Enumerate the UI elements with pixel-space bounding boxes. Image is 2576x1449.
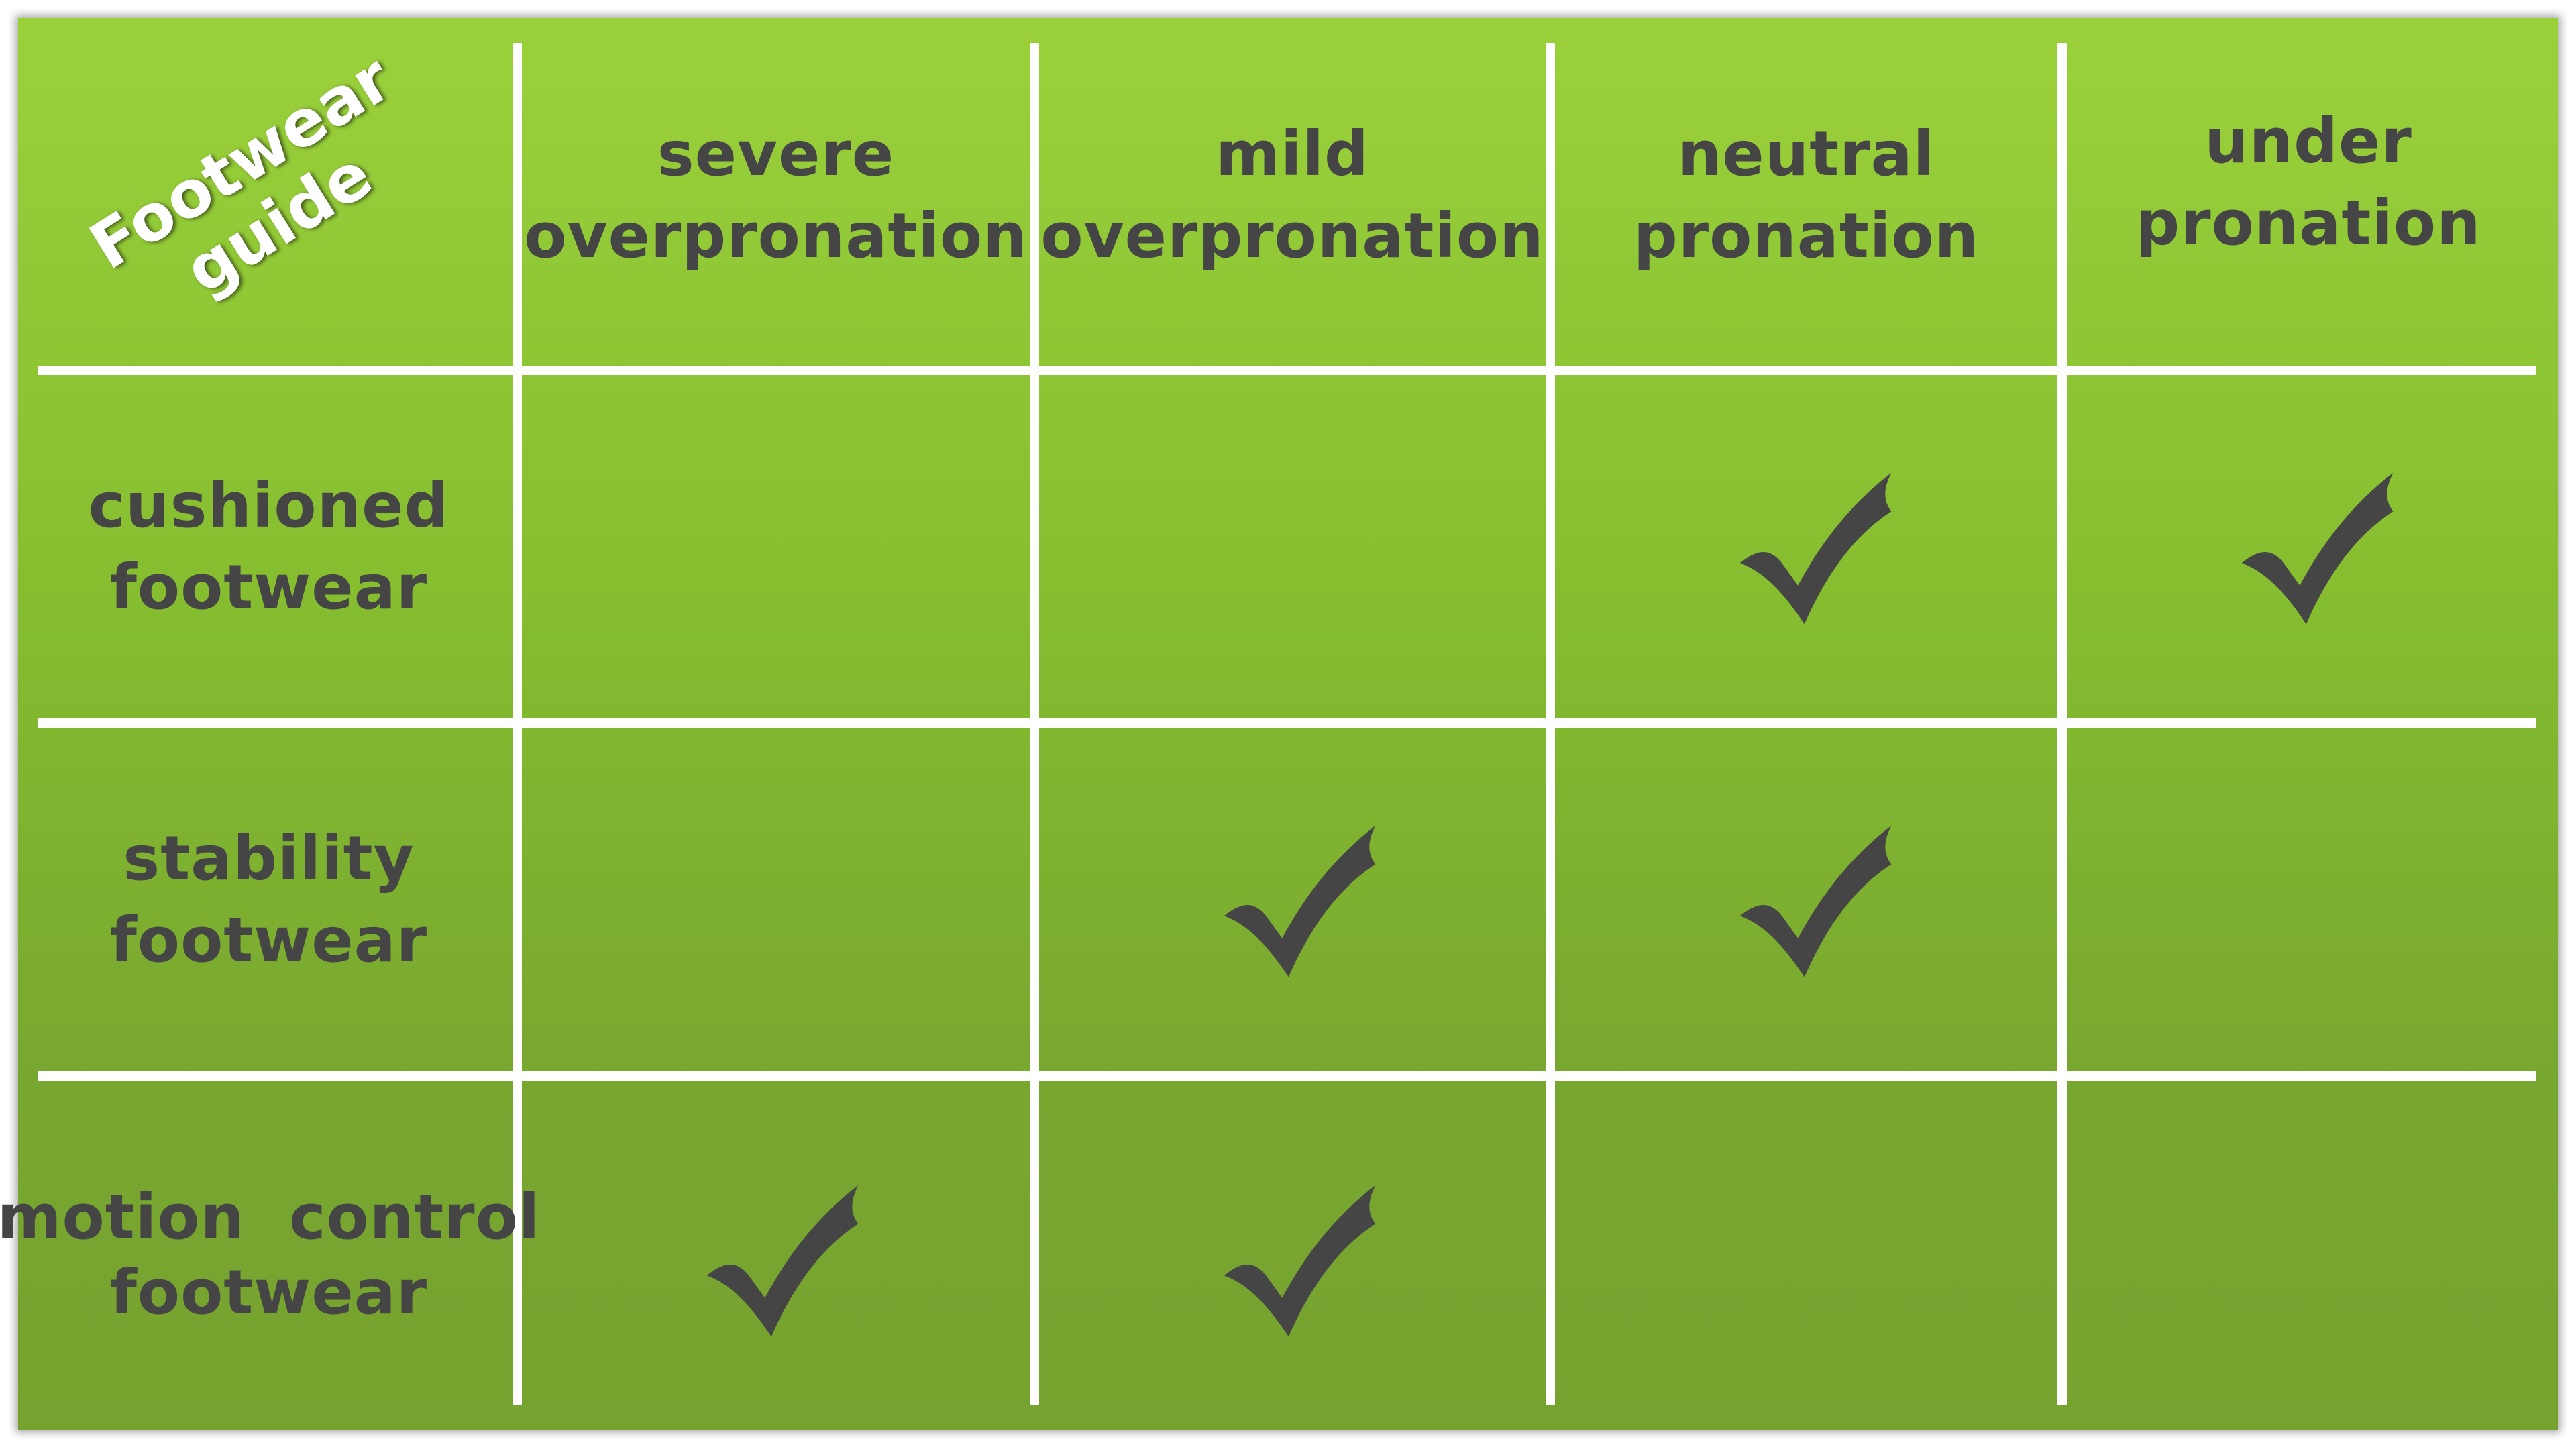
check-icon <box>1737 822 1898 983</box>
column-header-line2: pronation <box>2135 187 2481 259</box>
check-icon <box>1737 470 1898 631</box>
row-header-line2: footwear <box>109 904 428 976</box>
column-header-line2: overpronation <box>524 200 1028 272</box>
row-header-line1: cushioned <box>88 470 449 541</box>
column-header-line2: pronation <box>1633 200 1980 272</box>
check-icon <box>1221 1182 1382 1343</box>
row-header-stability-footwear: stability footwear <box>25 728 513 1071</box>
column-header-line1: mild <box>1216 118 1369 190</box>
row-header-motion-control-footwear: motion control footwear <box>0 1081 539 1430</box>
column-header-neutral-pronation: neutral pronation <box>1555 25 2057 366</box>
footwear-guide-table: Footwear guide severe overpronation mild… <box>0 18 2558 1430</box>
grid-line-horizontal-3 <box>38 1071 2536 1081</box>
corner-title: Footwear guide <box>47 7 472 377</box>
check-icon <box>704 1182 865 1343</box>
row-header-cushioned-footwear: cushioned footwear <box>25 375 513 718</box>
row-header-line1: motion control <box>0 1181 541 1253</box>
row-header-line2: footwear <box>109 1256 428 1328</box>
column-header-severe-overpronation: severe overpronation <box>522 25 1030 366</box>
row-header-line2: footwear <box>109 551 428 623</box>
check-icon <box>2239 470 2400 631</box>
check-icon <box>1221 822 1382 983</box>
page: Footwear guide severe overpronation mild… <box>0 0 2576 1449</box>
column-header-line1: under <box>2204 105 2412 177</box>
column-header-line1: neutral <box>1677 118 1935 190</box>
grid-line-horizontal-1 <box>38 366 2536 375</box>
column-header-mild-overpronation: mild overpronation <box>1039 25 1546 366</box>
grid-line-horizontal-2 <box>38 718 2536 728</box>
column-header-under-pronation: under pronation <box>2067 18 2550 347</box>
column-header-line1: severe <box>657 118 895 190</box>
row-header-line1: stability <box>123 822 415 894</box>
column-header-line2: overpronation <box>1040 200 1544 272</box>
